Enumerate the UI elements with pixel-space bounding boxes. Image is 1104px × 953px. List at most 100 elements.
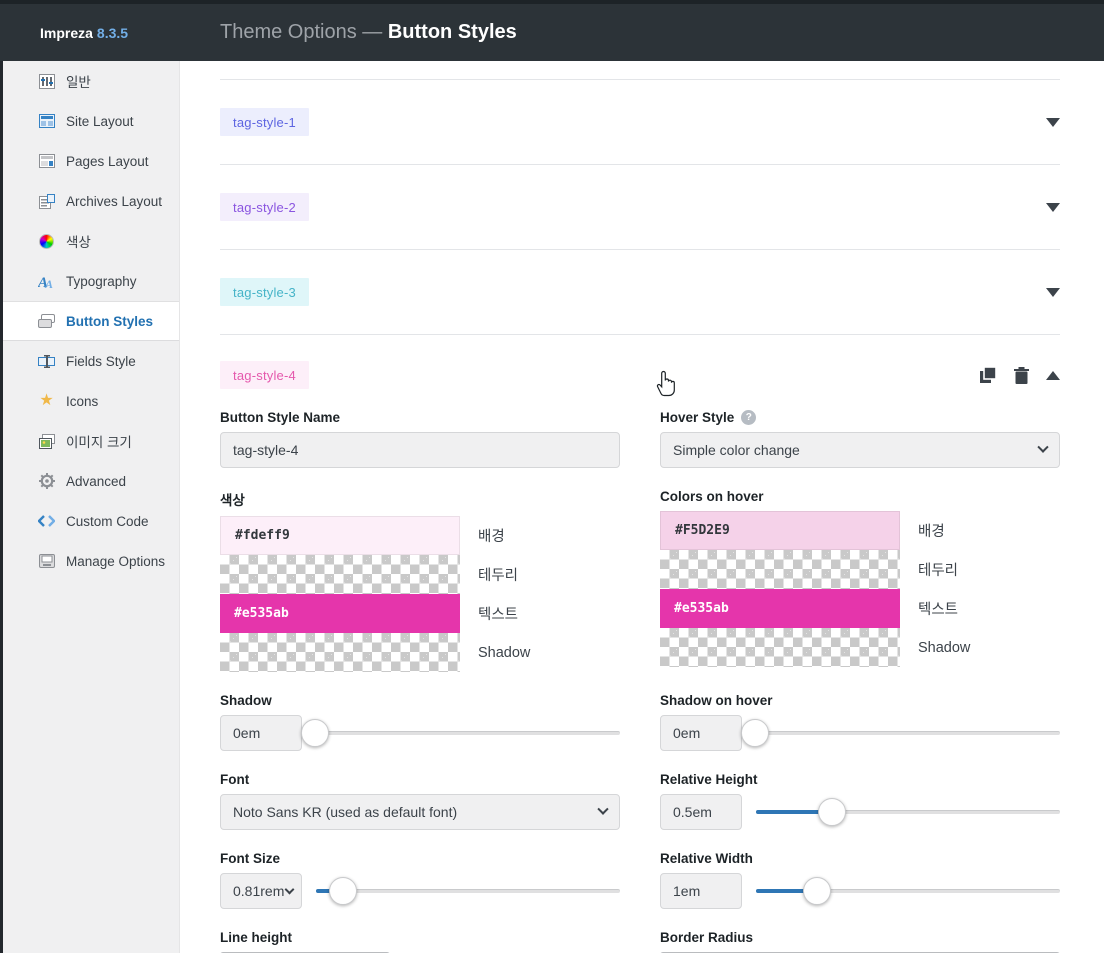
sidebar-item-advanced[interactable]: Advanced — [0, 461, 179, 501]
slider-handle[interactable] — [300, 719, 329, 747]
archives-layout-icon — [38, 193, 55, 210]
font-size-select[interactable]: 0.81rem — [220, 873, 302, 909]
shadow-hover-slider[interactable] — [740, 715, 1060, 751]
color-swatch-transparent[interactable] — [220, 633, 460, 672]
color-swatch[interactable]: #e535ab — [660, 589, 900, 628]
sidebar-item-typography[interactable]: AA Typography — [0, 261, 179, 301]
slider-handle[interactable] — [802, 877, 831, 905]
relative-width-value[interactable]: 1em — [660, 873, 742, 909]
sliders-icon — [38, 73, 55, 90]
accordion-row-tag-style-1[interactable]: tag-style-1 — [220, 80, 1060, 165]
sidebar-item-archives-layout[interactable]: Archives Layout — [0, 181, 179, 221]
slider-track[interactable] — [316, 889, 620, 893]
field-label: Relative Width — [660, 851, 753, 866]
chevron-down-icon[interactable] — [1046, 287, 1060, 297]
slider-track[interactable] — [302, 731, 620, 735]
field-label: Border Radius — [660, 930, 754, 945]
slider-handle[interactable] — [740, 719, 769, 747]
chevron-up-icon[interactable] — [1046, 370, 1060, 380]
color-row-label: Shadow — [478, 644, 531, 661]
color-row-label: 배경 — [478, 529, 505, 545]
accordion-row-tag-style-4-expanded[interactable]: tag-style-4 — [220, 361, 1060, 389]
relative-height-slider[interactable] — [756, 794, 1060, 830]
field-colors-on-hover: Colors on hover #F5D2E9 배경 테두리 #e535ab 텍… — [660, 489, 1060, 672]
brand-version: 8.3.5 — [96, 24, 129, 41]
field-colors: 색상 #fdeff9 배경 테두리 #e535ab 텍스트 Shadow — [220, 489, 620, 672]
color-swatch-transparent[interactable] — [220, 555, 460, 594]
sidebar-item-icons[interactable]: ★ Icons — [0, 381, 179, 421]
field-label: Button Style Name — [220, 410, 341, 425]
color-row-shadow: Shadow — [660, 628, 1060, 667]
color-swatch-transparent[interactable] — [660, 628, 900, 667]
duplicate-icon[interactable] — [979, 366, 997, 384]
relative-width-slider[interactable] — [756, 873, 1060, 909]
sidebar: 일반 Site Layout Pages Layout Archives Lay… — [0, 61, 180, 953]
field-shadow: Shadow 0em — [220, 693, 620, 751]
row-action-icons — [979, 366, 1060, 384]
color-swatch[interactable]: #fdeff9 — [220, 516, 460, 555]
sidebar-item-label: Manage Options — [66, 553, 166, 569]
sidebar-item-label: Button Styles — [66, 313, 154, 329]
site-layout-icon — [38, 113, 55, 130]
chevron-down-icon[interactable] — [1046, 117, 1060, 127]
chevron-down-icon — [1037, 441, 1049, 453]
accordion-row-tag-style-2[interactable]: tag-style-2 — [220, 165, 1060, 250]
color-swatch[interactable]: #e535ab — [220, 594, 460, 633]
typography-icon: AA — [38, 273, 55, 290]
field-shadow-on-hover: Shadow on hover 0em — [660, 693, 1060, 751]
chevron-down-icon[interactable] — [1046, 202, 1060, 212]
select-value: Simple color change — [673, 442, 800, 458]
hover-style-select[interactable]: Simple color change — [660, 432, 1060, 468]
help-icon[interactable]: ? — [741, 410, 757, 425]
page-header: Impreza 8.3.5 Theme Options — Button Styl… — [0, 4, 1104, 61]
field-label: Line height — [220, 930, 292, 945]
field-label: Relative Height — [660, 772, 758, 787]
value-text: 0.5em — [673, 804, 712, 820]
field-label: Shadow — [220, 693, 272, 708]
relative-height-value[interactable]: 0.5em — [660, 794, 742, 830]
slider-handle[interactable] — [818, 798, 846, 826]
color-row-background: #F5D2E9 배경 — [660, 511, 1060, 550]
brand: Impreza 8.3.5 — [0, 25, 180, 41]
image-sizes-icon — [38, 433, 55, 450]
shadow-slider[interactable] — [300, 715, 620, 751]
sidebar-item-label: Icons — [66, 393, 99, 409]
sidebar-item-label: Advanced — [66, 473, 127, 489]
select-value: Noto Sans KR (used as default font) — [233, 804, 458, 820]
main-content: tag-style-1 tag-style-2 tag-style-3 tag-… — [180, 61, 1104, 953]
value-text: 1em — [673, 883, 701, 899]
color-swatch-transparent[interactable] — [660, 550, 900, 589]
field-border-radius: Border Radius — [660, 930, 1060, 953]
color-row-shadow: Shadow — [220, 633, 620, 672]
shadow-hover-value[interactable]: 0em — [660, 715, 742, 751]
shadow-value[interactable]: 0em — [220, 715, 302, 751]
field-font: Font Noto Sans KR (used as default font) — [220, 772, 620, 830]
slider-handle[interactable] — [329, 877, 358, 905]
sidebar-item-colors[interactable]: 색상 — [0, 221, 179, 261]
button-style-name-input[interactable]: tag-style-4 — [220, 432, 620, 468]
sidebar-item-site-layout[interactable]: Site Layout — [0, 101, 179, 141]
field-label: Colors on hover — [660, 489, 764, 504]
svg-text:A: A — [44, 277, 53, 289]
sidebar-item-fields-style[interactable]: Fields Style — [0, 341, 179, 381]
pages-layout-icon — [38, 153, 55, 170]
page-title-prefix: Theme Options — — [220, 21, 383, 43]
field-label: Font — [220, 772, 250, 787]
sidebar-item-image-sizes[interactable]: 이미지 크기 — [0, 421, 179, 461]
sidebar-item-pages-layout[interactable]: Pages Layout — [0, 141, 179, 181]
sidebar-item-button-styles[interactable]: Button Styles — [0, 301, 179, 341]
trash-icon[interactable] — [1014, 366, 1029, 384]
color-swatch[interactable]: #F5D2E9 — [660, 511, 900, 550]
input-value: tag-style-4 — [233, 442, 299, 458]
accordion-row-tag-style-3[interactable]: tag-style-3 — [220, 250, 1060, 335]
color-row-text: #e535ab 텍스트 — [220, 594, 620, 633]
font-select[interactable]: Noto Sans KR (used as default font) — [220, 794, 620, 830]
relative-width-control: 1em — [660, 873, 1060, 909]
sidebar-item-custom-code[interactable]: Custom Code — [0, 501, 179, 541]
sidebar-item-manage-options[interactable]: Manage Options — [0, 541, 179, 581]
sidebar-item-general[interactable]: 일반 — [0, 61, 179, 101]
slider-track[interactable] — [742, 731, 1060, 735]
field-label-text: Hover Style — [660, 410, 735, 425]
font-size-slider[interactable] — [316, 873, 620, 909]
style-tag: tag-style-4 — [220, 361, 309, 389]
